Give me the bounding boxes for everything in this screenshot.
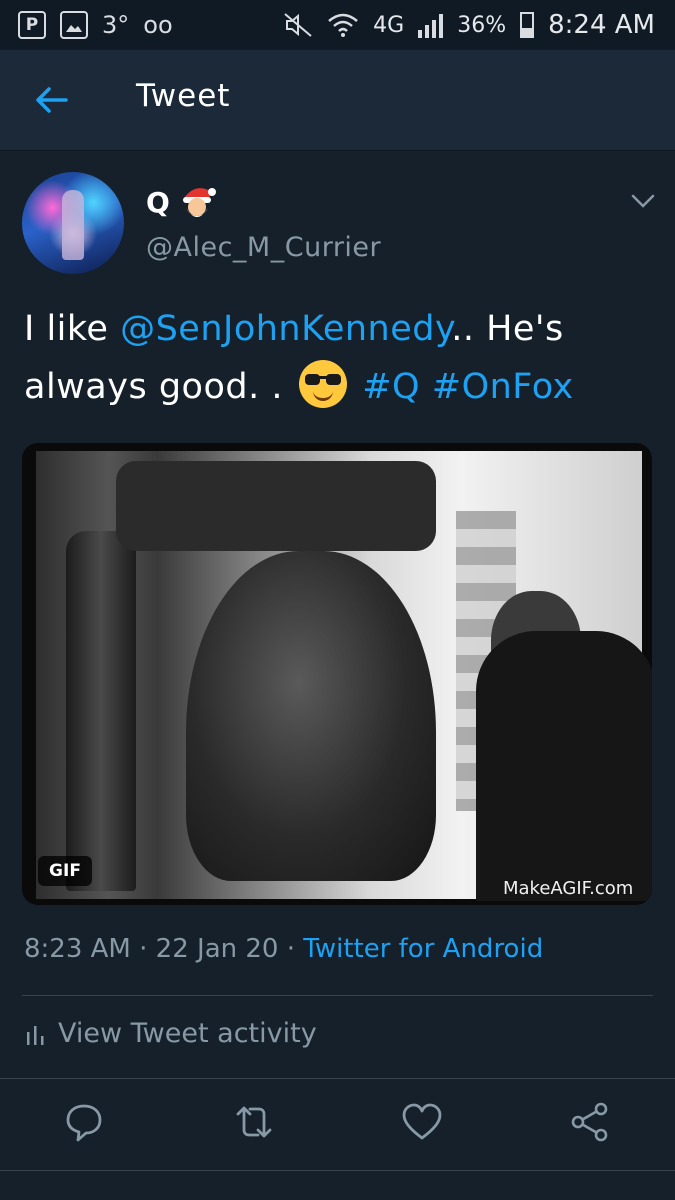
hashtag-link[interactable]: #OnFox [432, 367, 574, 407]
media-watermark: MakeAGIF.com [503, 878, 634, 899]
battery-icon [520, 12, 535, 38]
gallery-notification-icon [60, 11, 88, 39]
divider [0, 1078, 675, 1079]
battery-percent-text: 36% [457, 12, 507, 38]
heart-icon[interactable] [400, 1100, 444, 1144]
tweet-time: 8:23 AM [24, 934, 131, 964]
app-notification-icon: P [18, 11, 46, 39]
chevron-down-icon[interactable] [630, 192, 656, 210]
top-app-bar: Tweet [0, 50, 675, 151]
tweet-text-part: I like [24, 309, 121, 349]
hashtag-link[interactable]: #Q [362, 367, 420, 407]
santa-emoji-icon [182, 188, 216, 217]
gif-badge: GIF [38, 856, 92, 886]
avatar[interactable] [22, 172, 124, 274]
tweet-text: I like @SenJohnKennedy.. He's always goo… [24, 300, 644, 416]
gif-frame-image [36, 451, 652, 901]
retweet-icon[interactable] [232, 1100, 276, 1144]
gif-media[interactable] [22, 443, 652, 905]
tweet-meta: 8:23 AM · 22 Jan 20 · Twitter for Androi… [24, 934, 544, 964]
sunglasses-emoji-icon [298, 360, 347, 408]
mention-link[interactable]: @SenJohnKennedy [120, 309, 451, 349]
tweet-source-link[interactable]: Twitter for Android [303, 934, 543, 964]
clock-text: 8:24 AM [548, 10, 655, 40]
author-name-row[interactable]: Q [146, 182, 218, 222]
network-type-text: 4G [373, 12, 405, 38]
voicemail-icon: oo [143, 11, 173, 39]
signal-strength-icon [418, 12, 444, 38]
mute-icon [284, 13, 312, 37]
tweet-actions [0, 1100, 675, 1150]
wifi-icon [328, 13, 358, 37]
divider [22, 995, 653, 996]
reply-icon[interactable] [62, 1100, 106, 1144]
bar-chart-icon [27, 1025, 44, 1045]
activity-label: View Tweet activity [58, 1018, 317, 1049]
display-name[interactable]: Q [146, 186, 170, 219]
page-title: Tweet [136, 78, 231, 114]
tweet-date: 22 Jan 20 [155, 934, 279, 964]
temperature-text: 3° [102, 11, 130, 39]
divider [0, 1170, 675, 1171]
author-handle[interactable]: @Alec_M_Currier [146, 232, 381, 263]
arrow-left-icon[interactable] [32, 82, 72, 118]
share-icon[interactable] [568, 1100, 612, 1144]
status-bar: P 3° oo 4G 36% 8:24 AM [0, 0, 675, 50]
view-tweet-activity-button[interactable]: View Tweet activity [24, 1018, 317, 1049]
